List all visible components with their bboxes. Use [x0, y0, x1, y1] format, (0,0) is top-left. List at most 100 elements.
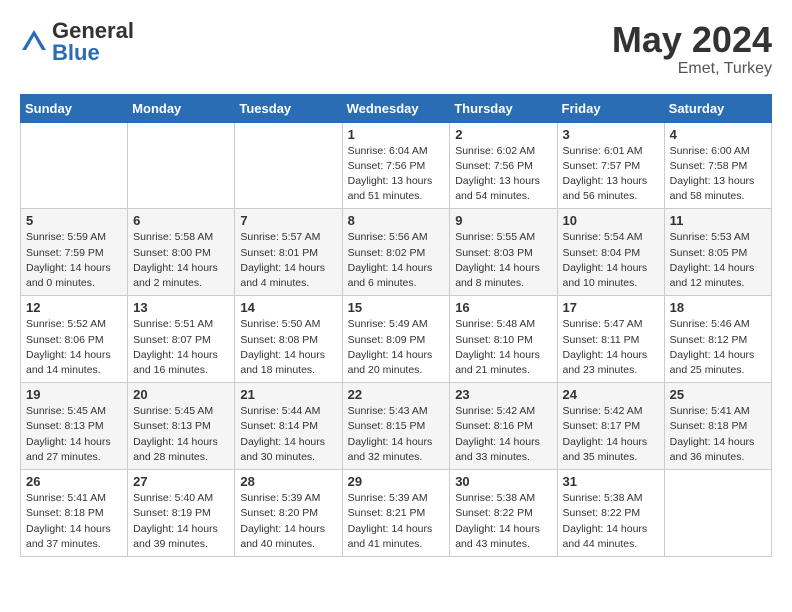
day-info: Sunrise: 5:39 AM Sunset: 8:21 PM Dayligh… — [348, 491, 445, 552]
day-number: 11 — [670, 213, 766, 228]
day-number: 28 — [240, 474, 336, 489]
day-info: Sunrise: 5:42 AM Sunset: 8:16 PM Dayligh… — [455, 404, 551, 465]
calendar-cell: 24 Sunrise: 5:42 AM Sunset: 8:17 PM Dayli… — [557, 383, 664, 470]
calendar-cell: 27Sunrise: 5:40 AM Sunset: 8:19 PM Dayli… — [128, 470, 235, 557]
day-number: 13 — [133, 300, 229, 315]
location: Emet, Turkey — [612, 60, 772, 78]
calendar-cell: 3 Sunrise: 6:01 AM Sunset: 7:57 PM Daylig… — [557, 122, 664, 209]
day-number: 27 — [133, 474, 229, 489]
calendar-cell — [21, 122, 128, 209]
calendar-cell: 25 Sunrise: 5:41 AM Sunset: 8:18 PM Dayli… — [664, 383, 771, 470]
day-info: Sunrise: 5:50 AM Sunset: 8:08 PM Dayligh… — [240, 317, 336, 378]
calendar-cell: 8Sunrise: 5:56 AM Sunset: 8:02 PM Daylig… — [342, 209, 450, 296]
calendar-cell: 26 Sunrise: 5:41 AM Sunset: 8:18 PM Dayli… — [21, 470, 128, 557]
calendar-cell: 9 Sunrise: 5:55 AM Sunset: 8:03 PM Daylig… — [450, 209, 557, 296]
day-number: 2 — [455, 127, 551, 142]
logo-blue-text: Blue — [52, 40, 100, 65]
month-title: May 2024 — [612, 20, 772, 60]
day-info: Sunrise: 5:56 AM Sunset: 8:02 PM Dayligh… — [348, 230, 445, 291]
calendar-cell: 1 Sunrise: 6:04 AM Sunset: 7:56 PM Daylig… — [342, 122, 450, 209]
calendar-cell: 12 Sunrise: 5:52 AM Sunset: 8:06 PM Dayli… — [21, 296, 128, 383]
day-info: Sunrise: 5:59 AM Sunset: 7:59 PM Dayligh… — [26, 230, 122, 291]
day-number: 24 — [563, 387, 659, 402]
day-number: 12 — [26, 300, 122, 315]
day-number: 20 — [133, 387, 229, 402]
day-info: Sunrise: 5:38 AM Sunset: 8:22 PM Dayligh… — [563, 491, 659, 552]
week-row-5: 26 Sunrise: 5:41 AM Sunset: 8:18 PM Dayli… — [21, 470, 772, 557]
logo-icon — [20, 28, 48, 56]
day-info: Sunrise: 5:49 AM Sunset: 8:09 PM Dayligh… — [348, 317, 445, 378]
calendar-cell: 14 Sunrise: 5:50 AM Sunset: 8:08 PM Dayli… — [235, 296, 342, 383]
day-number: 25 — [670, 387, 766, 402]
day-number: 31 — [563, 474, 659, 489]
col-wednesday: Wednesday — [342, 94, 450, 122]
day-info: Sunrise: 5:44 AM Sunset: 8:14 PM Dayligh… — [240, 404, 336, 465]
day-number: 19 — [26, 387, 122, 402]
calendar-cell: 29Sunrise: 5:39 AM Sunset: 8:21 PM Dayli… — [342, 470, 450, 557]
col-thursday: Thursday — [450, 94, 557, 122]
day-number: 3 — [563, 127, 659, 142]
day-info: Sunrise: 5:55 AM Sunset: 8:03 PM Dayligh… — [455, 230, 551, 291]
calendar-cell: 5 Sunrise: 5:59 AM Sunset: 7:59 PM Daylig… — [21, 209, 128, 296]
day-number: 14 — [240, 300, 336, 315]
calendar-cell: 19 Sunrise: 5:45 AM Sunset: 8:13 PM Dayli… — [21, 383, 128, 470]
calendar-cell: 7Sunrise: 5:57 AM Sunset: 8:01 PM Daylig… — [235, 209, 342, 296]
col-tuesday: Tuesday — [235, 94, 342, 122]
day-number: 4 — [670, 127, 766, 142]
day-number: 9 — [455, 213, 551, 228]
col-saturday: Saturday — [664, 94, 771, 122]
day-info: Sunrise: 5:41 AM Sunset: 8:18 PM Dayligh… — [670, 404, 766, 465]
day-info: Sunrise: 5:52 AM Sunset: 8:06 PM Dayligh… — [26, 317, 122, 378]
day-info: Sunrise: 5:43 AM Sunset: 8:15 PM Dayligh… — [348, 404, 445, 465]
calendar-cell: 6Sunrise: 5:58 AM Sunset: 8:00 PM Daylig… — [128, 209, 235, 296]
day-number: 5 — [26, 213, 122, 228]
day-info: Sunrise: 5:38 AM Sunset: 8:22 PM Dayligh… — [455, 491, 551, 552]
day-number: 6 — [133, 213, 229, 228]
col-friday: Friday — [557, 94, 664, 122]
calendar-cell: 31 Sunrise: 5:38 AM Sunset: 8:22 PM Dayli… — [557, 470, 664, 557]
calendar-cell: 17 Sunrise: 5:47 AM Sunset: 8:11 PM Dayli… — [557, 296, 664, 383]
calendar-cell: 23 Sunrise: 5:42 AM Sunset: 8:16 PM Dayli… — [450, 383, 557, 470]
calendar-cell: 2 Sunrise: 6:02 AM Sunset: 7:56 PM Daylig… — [450, 122, 557, 209]
day-info: Sunrise: 5:45 AM Sunset: 8:13 PM Dayligh… — [26, 404, 122, 465]
day-info: Sunrise: 5:54 AM Sunset: 8:04 PM Dayligh… — [563, 230, 659, 291]
calendar-cell: 15Sunrise: 5:49 AM Sunset: 8:09 PM Dayli… — [342, 296, 450, 383]
title-block: May 2024 Emet, Turkey — [612, 20, 772, 78]
day-info: Sunrise: 5:47 AM Sunset: 8:11 PM Dayligh… — [563, 317, 659, 378]
calendar-cell — [128, 122, 235, 209]
day-info: Sunrise: 5:41 AM Sunset: 8:18 PM Dayligh… — [26, 491, 122, 552]
calendar-cell: 13Sunrise: 5:51 AM Sunset: 8:07 PM Dayli… — [128, 296, 235, 383]
day-number: 26 — [26, 474, 122, 489]
calendar-cell: 16Sunrise: 5:48 AM Sunset: 8:10 PM Dayli… — [450, 296, 557, 383]
day-info: Sunrise: 6:00 AM Sunset: 7:58 PM Dayligh… — [670, 144, 766, 205]
day-info: Sunrise: 6:04 AM Sunset: 7:56 PM Dayligh… — [348, 144, 445, 205]
day-number: 22 — [348, 387, 445, 402]
day-info: Sunrise: 6:01 AM Sunset: 7:57 PM Dayligh… — [563, 144, 659, 205]
col-monday: Monday — [128, 94, 235, 122]
day-number: 16 — [455, 300, 551, 315]
day-info: Sunrise: 5:42 AM Sunset: 8:17 PM Dayligh… — [563, 404, 659, 465]
calendar-cell — [235, 122, 342, 209]
day-info: Sunrise: 5:53 AM Sunset: 8:05 PM Dayligh… — [670, 230, 766, 291]
calendar-cell: 30Sunrise: 5:38 AM Sunset: 8:22 PM Dayli… — [450, 470, 557, 557]
day-number: 18 — [670, 300, 766, 315]
logo: General Blue — [20, 20, 134, 64]
day-info: Sunrise: 5:57 AM Sunset: 8:01 PM Dayligh… — [240, 230, 336, 291]
day-number: 17 — [563, 300, 659, 315]
day-info: Sunrise: 5:39 AM Sunset: 8:20 PM Dayligh… — [240, 491, 336, 552]
day-number: 1 — [348, 127, 445, 142]
calendar-cell: 18 Sunrise: 5:46 AM Sunset: 8:12 PM Dayli… — [664, 296, 771, 383]
day-number: 21 — [240, 387, 336, 402]
calendar-table: Sunday Monday Tuesday Wednesday Thursday… — [20, 94, 772, 557]
day-info: Sunrise: 5:45 AM Sunset: 8:13 PM Dayligh… — [133, 404, 229, 465]
day-number: 23 — [455, 387, 551, 402]
calendar-header-row: Sunday Monday Tuesday Wednesday Thursday… — [21, 94, 772, 122]
week-row-1: 1 Sunrise: 6:04 AM Sunset: 7:56 PM Daylig… — [21, 122, 772, 209]
calendar-cell: 11 Sunrise: 5:53 AM Sunset: 8:05 PM Dayli… — [664, 209, 771, 296]
week-row-3: 12 Sunrise: 5:52 AM Sunset: 8:06 PM Dayli… — [21, 296, 772, 383]
calendar-cell: 20 Sunrise: 5:45 AM Sunset: 8:13 PM Dayli… — [128, 383, 235, 470]
calendar-cell: 4 Sunrise: 6:00 AM Sunset: 7:58 PM Daylig… — [664, 122, 771, 209]
day-info: Sunrise: 6:02 AM Sunset: 7:56 PM Dayligh… — [455, 144, 551, 205]
day-info: Sunrise: 5:46 AM Sunset: 8:12 PM Dayligh… — [670, 317, 766, 378]
calendar-cell: 22 Sunrise: 5:43 AM Sunset: 8:15 PM Dayli… — [342, 383, 450, 470]
